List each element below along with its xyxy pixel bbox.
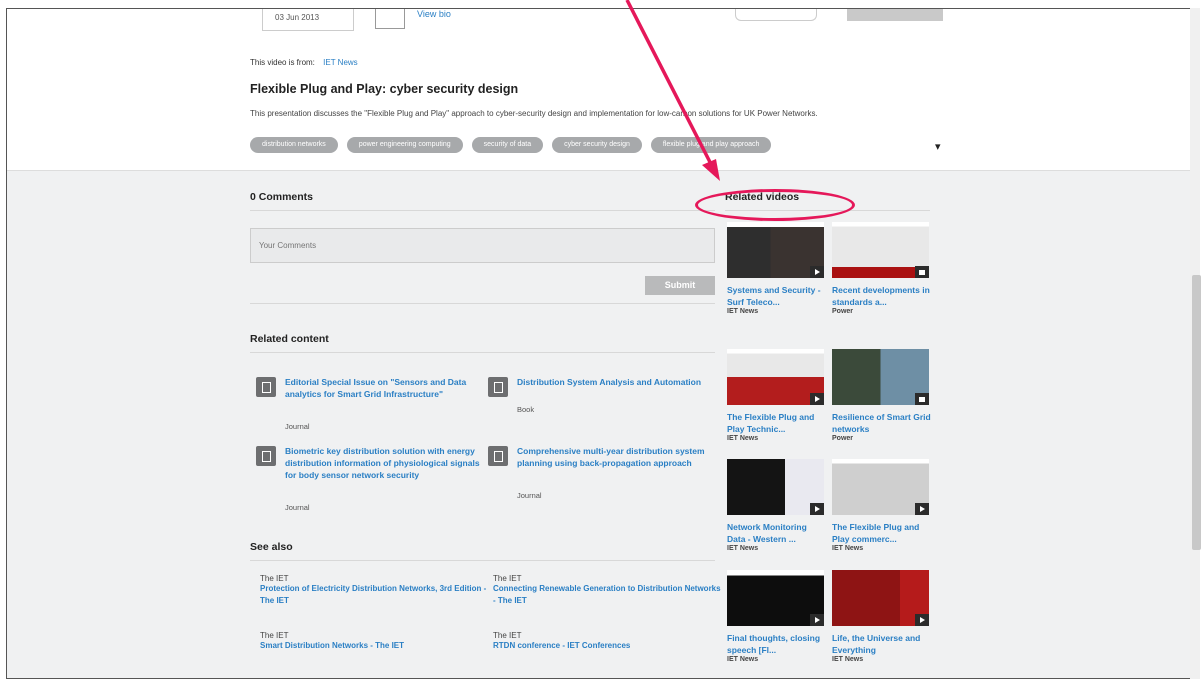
related-content-type: Journal bbox=[517, 491, 542, 500]
comments-heading: 0 Comments bbox=[250, 191, 314, 203]
related-content-heading: Related content bbox=[250, 333, 329, 345]
action-button[interactable] bbox=[847, 9, 943, 21]
related-video-title[interactable]: Resilience of Smart Grid networks bbox=[832, 411, 932, 435]
play-icon[interactable] bbox=[810, 503, 824, 515]
divider bbox=[250, 210, 715, 211]
chevron-down-icon[interactable]: ▾ bbox=[935, 140, 941, 153]
speaker-avatar[interactable] bbox=[375, 9, 405, 29]
play-icon[interactable] bbox=[810, 393, 824, 405]
see-also-source: The IET bbox=[493, 574, 522, 583]
related-video-source: IET News bbox=[727, 308, 759, 315]
related-video-card[interactable]: Final thoughts, closing speech [Fl... IE… bbox=[727, 570, 827, 663]
related-video-source: Power bbox=[832, 435, 854, 442]
related-video-title[interactable]: Network Monitoring Data - Western ... bbox=[727, 521, 827, 545]
video-thumbnail[interactable] bbox=[727, 570, 824, 626]
tag-chip[interactable]: security of data bbox=[471, 137, 544, 153]
related-content-type: Book bbox=[517, 405, 535, 414]
related-video-card[interactable]: Life, the Universe and Everything IET Ne… bbox=[832, 570, 932, 663]
related-video-card[interactable]: Systems and Security - Surf Teleco... IE… bbox=[727, 222, 827, 315]
tag-chip[interactable]: flexible plug and play approach bbox=[650, 137, 772, 153]
tag-chip[interactable]: cyber security design bbox=[552, 137, 642, 153]
source-channel-link[interactable]: IET News bbox=[323, 58, 358, 67]
divider bbox=[250, 560, 715, 561]
source-label: This video is from: bbox=[250, 58, 315, 67]
video-description: This presentation discusses the "Flexibl… bbox=[250, 109, 818, 118]
see-also-source: The IET bbox=[260, 631, 289, 640]
divider bbox=[250, 352, 715, 353]
video-thumbnail[interactable] bbox=[832, 570, 929, 626]
related-video-source: IET News bbox=[727, 656, 759, 663]
related-video-title[interactable]: Recent developments in standards a... bbox=[832, 284, 932, 308]
comment-input[interactable] bbox=[250, 228, 715, 263]
journal-icon bbox=[256, 446, 276, 466]
video-title: Flexible Plug and Play: cyber security d… bbox=[250, 82, 519, 96]
submit-button[interactable]: Submit bbox=[645, 276, 715, 295]
related-video-card[interactable]: The Flexible Plug and Play commerc... IE… bbox=[832, 459, 932, 552]
related-content-title[interactable]: Editorial Special Issue on "Sensors and … bbox=[285, 376, 485, 400]
video-thumbnail[interactable] bbox=[832, 459, 929, 515]
related-video-card[interactable]: Recent developments in standards a... Po… bbox=[832, 222, 932, 315]
related-video-title[interactable]: The Flexible Plug and Play Technic... bbox=[727, 411, 827, 435]
play-icon[interactable] bbox=[915, 503, 929, 515]
related-video-title[interactable]: Life, the Universe and Everything bbox=[832, 632, 932, 656]
related-video-source: IET News bbox=[727, 435, 759, 442]
see-also-link[interactable]: Protection of Electricity Distribution N… bbox=[260, 583, 490, 607]
journal-icon bbox=[488, 446, 508, 466]
related-content-type: Journal bbox=[285, 422, 310, 431]
see-also-source: The IET bbox=[260, 574, 289, 583]
related-video-source: IET News bbox=[727, 545, 759, 552]
see-also-item[interactable]: The IET Protection of Electricity Distri… bbox=[260, 574, 490, 607]
related-content-title[interactable]: Comprehensive multi-year distribution sy… bbox=[517, 445, 717, 469]
see-also-item[interactable]: The IET RTDN conference - IET Conference… bbox=[493, 631, 723, 652]
tag-chip[interactable]: power engineering computing bbox=[346, 137, 463, 153]
related-video-source: IET News bbox=[832, 656, 864, 663]
related-video-card[interactable]: Resilience of Smart Grid networks Power bbox=[832, 349, 932, 442]
related-video-card[interactable]: Network Monitoring Data - Western ... IE… bbox=[727, 459, 827, 552]
play-icon[interactable] bbox=[810, 614, 824, 626]
view-bio-link[interactable]: View bio bbox=[417, 9, 451, 19]
related-video-source: IET News bbox=[832, 545, 864, 552]
video-thumbnail[interactable] bbox=[727, 222, 824, 278]
highlight-ellipse bbox=[695, 189, 855, 221]
see-also-link[interactable]: Smart Distribution Networks - The IET bbox=[260, 640, 490, 652]
journal-icon bbox=[256, 377, 276, 397]
video-thumbnail[interactable] bbox=[832, 222, 929, 278]
related-video-source: Power bbox=[832, 308, 854, 315]
related-video-title[interactable]: Final thoughts, closing speech [Fl... bbox=[727, 632, 827, 656]
date-box: 03 Jun 2013 bbox=[262, 9, 354, 31]
see-also-item[interactable]: The IET Connecting Renewable Generation … bbox=[493, 574, 723, 607]
scrollbar-thumb[interactable] bbox=[1192, 275, 1201, 550]
see-also-source: The IET bbox=[493, 631, 522, 640]
play-icon[interactable] bbox=[915, 614, 929, 626]
see-also-heading: See also bbox=[250, 541, 293, 553]
browser-viewport: 03 Jun 2013 View bio This video is from:… bbox=[6, 8, 1198, 679]
book-icon bbox=[488, 377, 508, 397]
video-date: 03 Jun 2013 bbox=[275, 13, 320, 22]
tag-chip[interactable]: distribution networks bbox=[250, 137, 338, 153]
play-icon[interactable] bbox=[810, 266, 824, 278]
see-also-item[interactable]: The IET Smart Distribution Networks - Th… bbox=[260, 631, 490, 652]
related-content-type: Journal bbox=[285, 503, 310, 512]
video-thumbnail[interactable] bbox=[832, 349, 929, 405]
related-video-card[interactable]: The Flexible Plug and Play Technic... IE… bbox=[727, 349, 827, 442]
related-content-title[interactable]: Distribution System Analysis and Automat… bbox=[517, 376, 717, 388]
thumbnail-header bbox=[727, 222, 824, 227]
related-content-title[interactable]: Biometric key distribution solution with… bbox=[285, 445, 485, 481]
see-also-link[interactable]: Connecting Renewable Generation to Distr… bbox=[493, 583, 723, 607]
share-button[interactable] bbox=[735, 9, 817, 21]
related-video-title[interactable]: The Flexible Plug and Play commerc... bbox=[832, 521, 932, 545]
video-info-panel: 03 Jun 2013 View bio This video is from:… bbox=[7, 9, 1197, 171]
video-thumbnail[interactable] bbox=[727, 349, 824, 405]
lock-icon bbox=[915, 266, 929, 278]
related-video-title[interactable]: Systems and Security - Surf Teleco... bbox=[727, 284, 827, 308]
divider bbox=[250, 303, 715, 304]
video-thumbnail[interactable] bbox=[727, 459, 824, 515]
see-also-link[interactable]: RTDN conference - IET Conferences bbox=[493, 640, 723, 652]
tag-list: distribution networks power engineering … bbox=[250, 137, 772, 153]
lock-icon bbox=[915, 393, 929, 405]
video-source-row: This video is from: IET News bbox=[250, 58, 358, 67]
